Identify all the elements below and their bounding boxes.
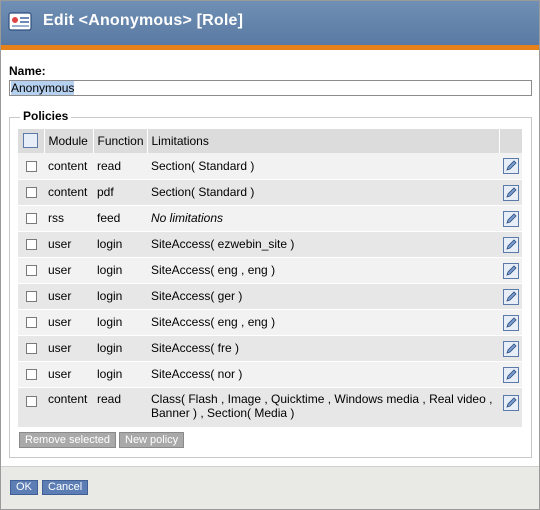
row-checkbox[interactable] (25, 317, 37, 328)
edit-pencil-icon[interactable] (502, 394, 519, 411)
table-row: user login SiteAccess( fre ) (18, 335, 522, 362)
cell-module: user (44, 257, 93, 284)
edit-pencil-icon[interactable] (502, 184, 519, 201)
ok-button[interactable]: OK (10, 480, 38, 495)
cell-module: user (44, 283, 93, 310)
cell-limitations: SiteAccess( eng , eng ) (147, 257, 499, 284)
row-checkbox[interactable] (25, 369, 37, 380)
cell-module: content (44, 179, 93, 206)
cell-function: read (93, 387, 147, 428)
column-edit (499, 129, 523, 153)
edit-pencil-icon[interactable] (502, 288, 519, 305)
cell-module: user (44, 335, 93, 362)
toggle-selection-icon[interactable] (23, 133, 39, 148)
cell-module: user (44, 231, 93, 258)
table-header: Module Function Limitations (18, 129, 523, 153)
name-label: Name: (9, 64, 46, 78)
cell-module: content (44, 387, 93, 428)
cell-module: user (44, 309, 93, 336)
cell-function: feed (93, 205, 147, 232)
name-field[interactable]: Anonymous (9, 80, 532, 96)
policies-legend: Policies (20, 109, 72, 123)
cell-limitations: Class( Flash , Image , Quicktime , Windo… (147, 387, 499, 428)
table-row: content pdf Section( Standard ) (18, 179, 522, 206)
title-bar: Edit <Anonymous> [Role] (1, 1, 539, 50)
new-policy-button[interactable]: New policy (119, 432, 185, 448)
row-checkbox[interactable] (25, 395, 37, 407)
cell-limitations: SiteAccess( nor ) (147, 361, 499, 388)
edit-pencil-icon[interactable] (502, 236, 519, 253)
edit-pencil-icon[interactable] (502, 262, 519, 279)
cell-function: login (93, 309, 147, 336)
edit-role-window: Edit <Anonymous> [Role] Name: Anonymous … (0, 0, 540, 510)
cell-function: login (93, 283, 147, 310)
table-row: content read Section( Standard ) (18, 153, 522, 180)
remove-selected-button[interactable]: Remove selected (19, 432, 116, 448)
cell-function: pdf (93, 179, 147, 206)
role-card-icon (8, 12, 32, 31)
table-row: user login SiteAccess( ezwebin_site ) (18, 231, 522, 258)
cell-limitations: Section( Standard ) (147, 179, 499, 206)
table-row: user login SiteAccess( eng , eng ) (18, 257, 522, 284)
cell-module: rss (44, 205, 93, 232)
column-limitations: Limitations (147, 129, 500, 153)
row-checkbox[interactable] (25, 291, 37, 302)
cell-limitations: SiteAccess( eng , eng ) (147, 309, 499, 336)
column-module: Module (44, 129, 94, 153)
policies-table: Module Function Limitations content read… (18, 129, 523, 428)
cell-limitations: SiteAccess( ger ) (147, 283, 499, 310)
row-checkbox[interactable] (25, 343, 37, 354)
table-row: content read Class( Flash , Image , Quic… (18, 387, 522, 428)
cancel-button[interactable]: Cancel (42, 480, 89, 495)
cell-function: login (93, 335, 147, 362)
cell-function: read (93, 153, 147, 180)
table-row: user login SiteAccess( ger ) (18, 283, 522, 310)
edit-pencil-icon[interactable] (502, 210, 519, 227)
page-title: Edit <Anonymous> [Role] (43, 12, 244, 29)
cell-limitations: SiteAccess( fre ) (147, 335, 499, 362)
cell-module: user (44, 361, 93, 388)
cell-function: login (93, 231, 147, 258)
table-row: user login SiteAccess( eng , eng ) (18, 309, 522, 336)
column-function: Function (93, 129, 148, 153)
cell-module: content (44, 153, 93, 180)
cell-limitations: SiteAccess( ezwebin_site ) (147, 231, 499, 258)
edit-pencil-icon[interactable] (502, 314, 519, 331)
row-checkbox[interactable] (25, 265, 37, 276)
table-row: user login SiteAccess( nor ) (18, 361, 522, 388)
cell-limitations: No limitations (147, 205, 499, 232)
edit-pencil-icon[interactable] (502, 158, 519, 175)
cell-limitations: Section( Standard ) (147, 153, 499, 180)
name-field-value: Anonymous (11, 81, 75, 95)
cell-function: login (93, 361, 147, 388)
cell-function: login (93, 257, 147, 284)
row-checkbox[interactable] (25, 239, 37, 250)
row-checkbox[interactable] (25, 160, 37, 172)
table-row: rss feed No limitations (18, 205, 522, 232)
row-checkbox[interactable] (25, 187, 37, 198)
edit-pencil-icon[interactable] (502, 340, 519, 357)
edit-pencil-icon[interactable] (502, 366, 519, 383)
title-accent-bar (1, 45, 539, 50)
row-checkbox[interactable] (25, 213, 37, 224)
